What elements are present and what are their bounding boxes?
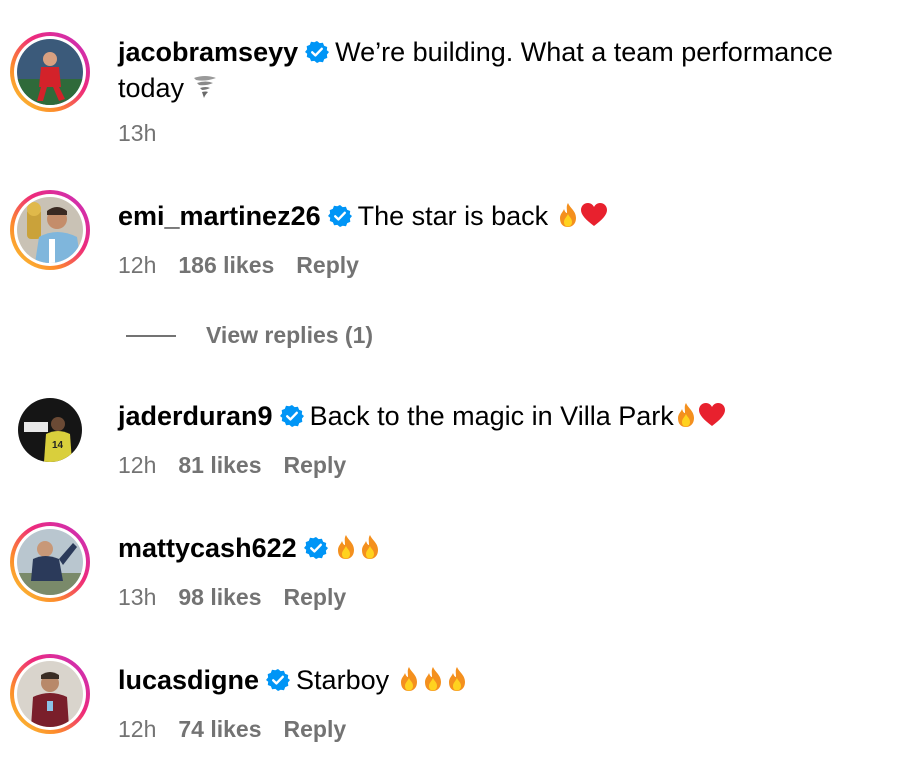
comment-time: 12h [118,452,157,478]
avatar [17,529,83,595]
reply-button[interactable]: Reply [296,252,359,278]
avatar [17,197,83,263]
fire-emoji-icon [334,534,358,560]
verified-badge-icon [327,204,352,228]
comment-text: Starboy [296,665,390,695]
username[interactable]: lucasdigne [118,665,259,695]
avatar-story-ring[interactable] [10,190,90,270]
comment-text: Back to the magic in Villa Park [309,401,674,431]
fire-emoji-icon [421,666,445,692]
avatar-story-ring[interactable] [10,522,90,602]
likes-count[interactable]: 186 likes [178,252,274,278]
tornado-icon [192,74,218,100]
fire-emoji-icon [556,202,580,228]
comment-time: 12h [118,716,157,742]
username[interactable]: jacobramseyy [118,37,298,67]
verified-badge-icon [303,536,328,560]
comment-text: The star is back [357,201,549,231]
avatar-story-ring[interactable] [10,32,90,112]
comment-meta: 12h 74 likes Reply [118,714,346,744]
reply-thread-divider [126,335,176,337]
comment-time: 12h [118,252,157,278]
comment-time: 13h [118,120,157,146]
fire-emoji-icon [397,666,421,692]
verified-badge-icon [305,40,330,64]
red-heart-emoji-icon [580,202,608,228]
verified-badge-icon [266,668,291,692]
comment-meta: 13h 98 likes Reply [118,582,346,612]
username[interactable]: jaderduran9 [118,401,273,431]
avatar-story-ring[interactable] [10,654,90,734]
avatar: 14 [18,398,82,462]
verified-badge-icon [279,404,304,428]
fire-emoji-icon [674,402,698,428]
view-replies-label: View replies (1) [206,322,374,348]
likes-count[interactable]: 81 likes [178,452,261,478]
comment-time: 13h [118,584,157,610]
comment-meta: 12h 81 likes Reply [118,450,346,480]
comment-text-continued: today [118,73,185,103]
avatar-story-ring[interactable]: 14 [10,390,90,470]
fire-emoji-icon [445,666,469,692]
username[interactable]: mattycash622 [118,533,297,563]
comment-meta: 12h 186 likes Reply [118,250,359,280]
comment-text: We’re building. What a team performance [335,37,833,67]
reply-button[interactable]: Reply [284,584,347,610]
avatar [17,39,83,105]
likes-count[interactable]: 98 likes [178,584,261,610]
likes-count[interactable]: 74 likes [178,716,261,742]
reply-button[interactable]: Reply [284,716,347,742]
reply-button[interactable]: Reply [284,452,347,478]
svg-text:14: 14 [52,440,64,451]
fire-emoji-icon [358,534,382,560]
comment-meta: 13h [118,118,156,148]
username[interactable]: emi_martinez26 [118,201,321,231]
red-heart-emoji-icon [698,402,726,428]
avatar [17,661,83,727]
